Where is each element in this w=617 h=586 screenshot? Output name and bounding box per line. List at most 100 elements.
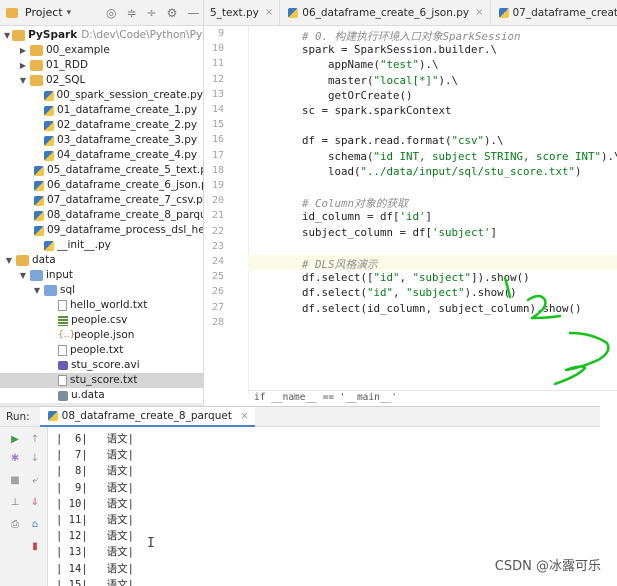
tree-item[interactable]: {..} people.json [0,328,203,343]
python-file-icon [43,90,54,101]
console-line: | 12| 语文| [56,530,134,543]
chevron-down-icon[interactable]: ▼ [18,73,28,88]
tree-item[interactable]: 04_dataframe_create_4.py [0,148,203,163]
chevron-right-icon[interactable]: ▶ [18,58,28,73]
code-line[interactable]: spark = SparkSession.builder.\ [276,43,497,56]
code-comment: # Column对象的获取 [302,197,409,211]
code-token: ] [490,225,498,239]
code-string: "local[*]" [373,73,439,87]
code-line[interactable]: df.select(id_column, subject_column).sho… [276,302,582,315]
chevron-down-icon[interactable]: ▼ [4,253,14,268]
console-line: | 13| 语文| [56,546,134,559]
code-area[interactable]: # 0. 构建执行环境入口对象SparkSession spark = Spar… [248,26,617,394]
tree-item[interactable]: 06_dataframe_create_6_json.py [0,178,203,193]
pin-icon[interactable]: ⊥ [8,496,22,510]
run-tab[interactable]: 08_dataframe_create_8_parquet × [39,406,255,427]
tree-item-label: sql [60,284,76,296]
line-number: 22 [211,225,224,237]
tree-item[interactable]: stu_score.avi [0,358,203,373]
run-icon[interactable]: ▶ [8,433,22,447]
tree-item-label: 05_dataframe_create_5_text.py [47,164,204,176]
close-icon[interactable]: × [240,410,249,422]
text-file-icon [58,345,67,356]
text-file-icon [58,375,67,386]
text-cursor: I [147,536,155,551]
tree-item[interactable]: stu_score.txt [0,373,203,388]
editor-tab[interactable]: 07_dataframe_create_7_csv.py× [491,0,617,25]
code-line[interactable]: sc = spark.sparkContext [276,104,452,117]
code-line[interactable]: df = spark.read.format("csv").\ [276,134,504,147]
settings-icon[interactable]: ⌂ [28,518,42,532]
python-file-icon [34,225,44,236]
tree-item[interactable]: ▼ input [0,268,203,283]
tree-item[interactable]: __init__.py [0,238,203,253]
chevron-down-icon[interactable]: ▼ [4,28,10,43]
tree-item[interactable]: 02_dataframe_create_2.py [0,118,203,133]
code-line[interactable]: id_column = df['id'] [276,210,432,223]
up-arrow-icon[interactable]: ↑ [28,433,42,447]
tree-item[interactable]: 05_dataframe_create_5_text.py [0,163,203,178]
collapse-icon[interactable]: ≑ [126,6,136,20]
code-line[interactable]: df.select("id", "subject").show() [276,286,517,299]
tree-item[interactable]: people.csv [0,313,203,328]
wrap-icon[interactable]: ⤶ [28,474,42,488]
close-icon[interactable]: × [265,7,273,18]
trash-icon[interactable]: ▮ [28,540,42,554]
editor-tab[interactable]: 5_text.py × [204,0,281,25]
target-icon[interactable]: ◎ [106,6,116,20]
chevron-down-icon[interactable]: ▾ [67,8,72,18]
code-string: 'subject' [432,225,491,239]
tree-item[interactable]: 09_dataframe_process_dsl_hello [0,223,203,238]
code-line[interactable]: appName("test").\ [276,58,439,71]
tree-item[interactable]: 07_dataframe_create_7_csv.py [0,193,203,208]
minimize-icon[interactable]: — [187,6,199,20]
tree-item[interactable]: ▶ 00_example [0,43,203,58]
tree-item[interactable]: u.data [0,388,203,403]
tree-item[interactable]: ▶ 01_RDD [0,58,203,73]
gear-icon[interactable]: ⚙ [167,6,178,20]
editor-tab[interactable]: 06_dataframe_create_6_json.py × [280,0,491,25]
code-line[interactable]: df.select(["id", "subject"]).show() [276,271,530,284]
console-line: | 15| 语文| [56,578,134,586]
code-line[interactable]: getOrCreate() [276,89,413,102]
debug-icon[interactable]: ✱ [8,452,22,466]
close-icon[interactable]: × [475,7,483,18]
tree-item[interactable]: ▼ 02_SQL [0,73,203,88]
tree-item[interactable]: 00_spark_session_create.py [0,88,203,103]
folder-icon [30,270,43,281]
code-line[interactable]: subject_column = df['subject'] [276,226,497,239]
console-line: | 6| 语文| [56,433,134,445]
chevron-right-icon[interactable]: ▶ [18,43,28,58]
code-line[interactable]: # DLS风格演示 [276,256,378,272]
chevron-down-icon[interactable]: ▼ [18,268,28,283]
code-token: schema( [276,149,374,163]
tree-item[interactable]: 01_dataframe_create_1.py [0,103,203,118]
code-line[interactable]: # Column对象的获取 [276,195,408,211]
breadcrumb[interactable]: if __name__ == '__main__' [254,392,397,406]
tree-item[interactable]: ▼ sql [0,283,203,298]
code-line[interactable]: master("local[*]").\ [276,74,458,87]
project-panel-title[interactable]: Project ▾ [25,6,71,19]
tree-item[interactable]: 08_dataframe_create_8_parquet. [0,208,203,223]
sort-icon[interactable]: ⇓ [28,496,42,510]
chevron-down-icon[interactable]: ▼ [32,283,42,298]
code-string: "csv" [451,134,485,148]
console-line: | 9| 语文| [56,481,134,494]
tree-item[interactable]: ▼ data [0,253,203,268]
line-number: 9 [217,28,224,39]
data-file-icon [58,390,68,401]
code-line[interactable]: load("../data/input/sql/stu_score.txt") [276,165,582,178]
code-line[interactable]: schema("id INT, subject STRING, score IN… [276,150,617,163]
tree-item[interactable]: 03_dataframe_create_3.py [0,133,203,148]
code-line[interactable]: # 0. 构建执行环境入口对象SparkSession [276,28,520,44]
tree-item-label: 00_spark_session_create.py [56,89,204,101]
tree-item[interactable]: hello_world.txt [0,298,203,313]
down-arrow-icon[interactable]: ↓ [28,452,42,466]
expand-icon[interactable]: ÷ [147,6,157,20]
python-file-icon [34,180,44,191]
tree-item-label: people.json [74,329,135,341]
print-icon[interactable]: ⎙ [8,518,22,532]
tree-item[interactable]: people.txt [0,343,203,358]
stop-icon[interactable]: ■ [8,474,22,488]
tree-item[interactable]: ▼ PySparkD:\dev\Code\Python\PySpark [0,28,203,43]
